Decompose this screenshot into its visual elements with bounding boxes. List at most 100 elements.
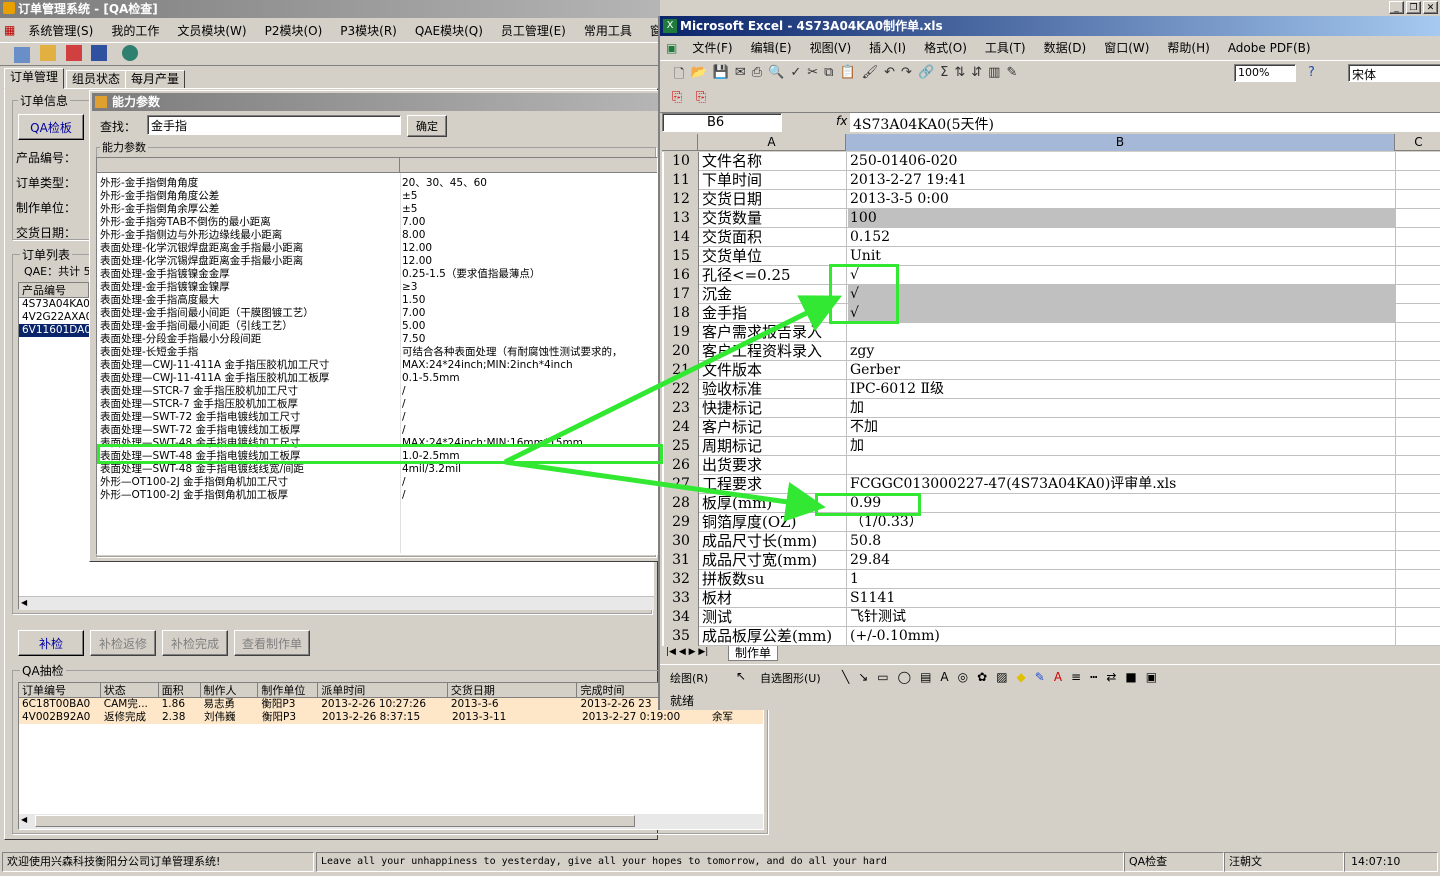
3d-icon[interactable]: ▣ (1146, 670, 1157, 684)
cell-b[interactable]: 250-01406-020 (848, 152, 1396, 171)
rectangle-icon[interactable]: ▭ (877, 670, 888, 684)
diagram-icon[interactable]: ◎ (958, 670, 968, 684)
sheet-row[interactable]: 10 文件名称 250-01406-020 (664, 152, 1440, 171)
order-list-header[interactable]: 产品编号 (19, 283, 89, 298)
param-row[interactable]: 外形-金手指侧边与外形边缘线最小距离 8.00 (97, 229, 657, 242)
menu-adobe-pdf[interactable]: Adobe PDF(B) (1219, 41, 1320, 55)
row-header[interactable]: 15 (664, 247, 699, 266)
row-header[interactable]: 10 (664, 152, 699, 171)
param-row[interactable]: 表面处理—CWJ-11-411A 金手指压胶机加工尺寸 MAX:24*24inch… (97, 359, 657, 372)
sheet-row[interactable]: 19 客户需求报告录入 (664, 323, 1440, 342)
cell-b[interactable]: √ (848, 266, 1396, 285)
cell-b[interactable]: 2013-3-5 0:00 (848, 190, 1396, 209)
qa-sample-scrollbar[interactable]: ◀ (19, 814, 763, 829)
dash-style-icon[interactable]: ┅ (1090, 670, 1097, 684)
cell-a[interactable]: 交货日期 (700, 190, 847, 209)
param-row[interactable]: 表面处理—STCR-7 金手指压胶机加工板厚 / (97, 398, 657, 411)
cell-b[interactable]: 29.84 (848, 551, 1396, 570)
cell-c[interactable] (1397, 266, 1440, 285)
row-header[interactable]: 27 (664, 475, 699, 494)
cell-c[interactable] (1397, 285, 1440, 304)
sheet-row[interactable]: 15 交货单位 Unit (664, 247, 1440, 266)
menu-qae[interactable]: QAE模块(Q) (406, 22, 492, 39)
cell-a[interactable]: 孔径<=0.25 (700, 266, 847, 285)
line-icon[interactable]: ╲ (842, 670, 849, 684)
param-row[interactable]: 表面处理-金手指镀镍金金厚 0.25-1.5（要求值指最薄点） (97, 268, 657, 281)
cell-c[interactable] (1397, 228, 1440, 247)
print-icon[interactable]: ⎙ (752, 65, 762, 87)
menu-insert[interactable]: 插入(I) (860, 39, 915, 56)
cell-c[interactable] (1397, 171, 1440, 190)
cell-b[interactable]: 加 (848, 437, 1396, 456)
cell-c[interactable] (1397, 399, 1440, 418)
menu-p2[interactable]: P2模块(O) (256, 22, 332, 39)
arrow-style-icon[interactable]: ⇄ (1106, 670, 1116, 684)
cell-b[interactable]: 不加 (848, 418, 1396, 437)
sheet-grid[interactable]: 10 文件名称 250-01406-020 11 下单时间 2013-2-27 19:41… (662, 152, 1440, 646)
cell-c[interactable] (1397, 551, 1440, 570)
sheet-row[interactable]: 29 铜箔厚度(OZ) （1/0.33） (664, 513, 1440, 532)
cell-a[interactable]: 测试 (700, 608, 847, 627)
cell-a[interactable]: 板材 (700, 589, 847, 608)
cell-c[interactable] (1397, 190, 1440, 209)
ok-button[interactable]: 确定 (407, 115, 447, 137)
cell-b[interactable]: （1/0.33） (848, 513, 1396, 532)
cell-c[interactable] (1397, 361, 1440, 380)
select-pointer-icon[interactable]: ↖ (736, 669, 746, 683)
format-painter-icon[interactable]: 🖌 (862, 65, 879, 87)
row-header[interactable]: 20 (664, 342, 699, 361)
cell-c[interactable] (1397, 418, 1440, 437)
pdf-icon[interactable]: ⎘ (672, 90, 682, 105)
cell-c[interactable] (1397, 532, 1440, 551)
row-header[interactable]: 21 (664, 361, 699, 380)
row-header[interactable]: 17 (664, 285, 699, 304)
restore-icon[interactable]: ❐ (1406, 1, 1421, 14)
menu-my-work[interactable]: 我的工作 (102, 22, 168, 39)
sheet-row[interactable]: 32 拼板数su 1 (664, 570, 1440, 589)
tab-nav-icon[interactable]: |◀ ◀ ▶ ▶| (666, 647, 708, 657)
param-row[interactable]: 外形-金手指旁TAB不倒伤的最小距离 7.00 (97, 216, 657, 229)
sheet-row[interactable]: 34 测试 飞针测试 (664, 608, 1440, 627)
row-header[interactable]: 29 (664, 513, 699, 532)
row-header[interactable]: 14 (664, 228, 699, 247)
home-icon[interactable] (65, 45, 82, 61)
cell-b[interactable]: Gerber (848, 361, 1396, 380)
arrow-icon[interactable]: ↘ (858, 670, 868, 684)
spelling-icon[interactable]: ✓ (790, 65, 801, 87)
cell-b[interactable]: 100 (848, 209, 1396, 228)
cell-b[interactable]: √ (848, 304, 1396, 323)
param-row[interactable]: 表面处理—STCR-7 金手指压胶机加工尺寸 / (97, 385, 657, 398)
chart-icon[interactable]: ▥ (988, 65, 1000, 87)
param-row[interactable]: 外形-金手指倒角余厚公差 ±5 (97, 203, 657, 216)
cell-b[interactable]: 0.152 (848, 228, 1396, 247)
cell-c[interactable] (1397, 589, 1440, 608)
cell-c[interactable] (1397, 456, 1440, 475)
cell-c[interactable] (1397, 608, 1440, 627)
scroll-left-icon[interactable]: ◀ (21, 815, 27, 824)
sheet-tab[interactable]: 制作单 (728, 646, 779, 661)
cell-c[interactable] (1397, 627, 1440, 646)
column-c[interactable]: C (1395, 134, 1440, 151)
menu-staff[interactable]: 员工管理(E) (492, 22, 575, 39)
row-header[interactable]: 24 (664, 418, 699, 437)
formula-input[interactable]: 4S73A04KA0(5天件) (850, 113, 1440, 132)
sheet-row[interactable]: 13 交货数量 100 (664, 209, 1440, 228)
help-icon[interactable]: ? (1308, 65, 1315, 80)
scroll-thumb[interactable] (35, 815, 635, 827)
cell-b[interactable] (848, 456, 1396, 475)
view-sheet-button[interactable]: 查看制作单 (234, 630, 310, 656)
zoom-select[interactable]: 100% (1234, 64, 1296, 82)
param-row[interactable]: 表面处理—SWT-72 金手指电镀线加工尺寸 / (97, 411, 657, 424)
sheet-row[interactable]: 20 客户工程资料录入 zgy (664, 342, 1440, 361)
menu-file[interactable]: 文件(F) (683, 39, 741, 56)
cell-a[interactable]: 拼板数su (700, 570, 847, 589)
cell-b[interactable]: FCGGC013000227-47(4S73A04KA0)评审单.xls (848, 475, 1396, 494)
pdf-mail-icon[interactable]: ⎘ (696, 90, 706, 105)
paste-icon[interactable]: 📋 (839, 65, 855, 87)
permission-icon[interactable]: ✉ (735, 65, 746, 87)
list-item[interactable]: 4V2G22AXA0 (19, 311, 92, 324)
cell-c[interactable] (1397, 475, 1440, 494)
cell-a[interactable]: 客户标记 (700, 418, 847, 437)
mdi-icon[interactable]: ▦ (0, 23, 19, 37)
menu-view[interactable]: 视图(V) (801, 39, 861, 56)
